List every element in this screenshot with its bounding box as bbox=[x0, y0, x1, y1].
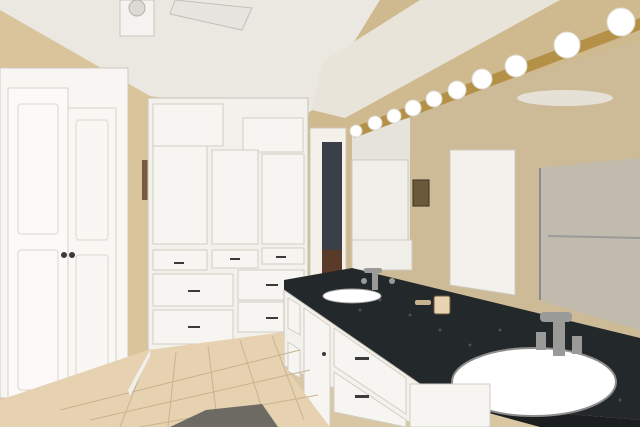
open-doorway bbox=[309, 127, 347, 289]
bathroom-illustration bbox=[0, 0, 640, 427]
bathroom-photo bbox=[0, 0, 640, 427]
bifold-closet-door bbox=[0, 67, 129, 399]
soap-bar bbox=[415, 300, 431, 305]
soap-jar bbox=[433, 295, 451, 315]
left-sink bbox=[322, 288, 382, 304]
